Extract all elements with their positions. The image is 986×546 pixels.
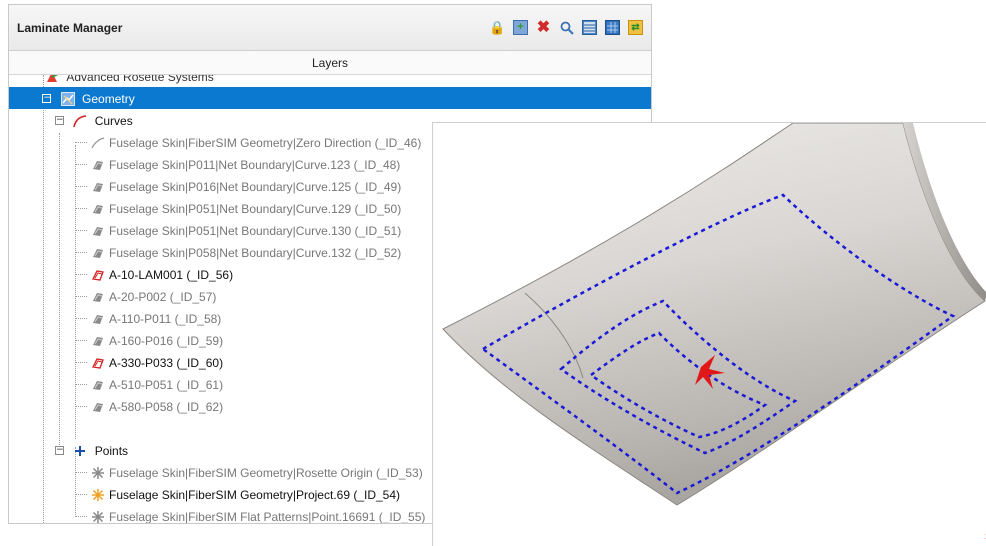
tree-item[interactable]: Fuselage Skin|P051|Net Boundary|Curve.13… <box>75 219 401 241</box>
tree-connector <box>75 142 87 144</box>
tree-item-label: A-20-P002 (_ID_57) <box>109 289 217 304</box>
curve-icon <box>73 114 87 128</box>
tree-connector <box>75 296 87 298</box>
plus-point-icon <box>73 444 87 458</box>
tree-connector <box>75 406 87 408</box>
tree-item[interactable]: A-330-P033 (_ID_60) <box>75 351 223 373</box>
tree-connector <box>75 340 87 342</box>
lock-icon[interactable]: 🔒 <box>489 20 505 35</box>
ply-curve-icon <box>91 378 105 392</box>
tree-item-label: Advanced Rosette Systems <box>66 75 214 84</box>
panel-header: Laminate Manager 🔒 + ✖ ⇄ <box>9 5 651 51</box>
tree-connector <box>75 384 87 386</box>
tree-connector <box>75 318 87 320</box>
tree-item-label: Fuselage Skin|FiberSIM Geometry|Zero Dir… <box>109 135 422 150</box>
toolbar: 🔒 + ✖ ⇄ <box>489 19 651 35</box>
tree-item-label: Fuselage Skin|P051|Net Boundary|Curve.13… <box>109 223 402 238</box>
tree-item[interactable]: A-580-P058 (_ID_62) <box>75 395 223 417</box>
tree-item-label: Curves <box>94 113 133 128</box>
tree-item-label: Fuselage Skin|P051|Net Boundary|Curve.12… <box>109 201 402 216</box>
tree-item-label: Fuselage Skin|FiberSIM Flat Patterns|Poi… <box>109 509 426 523</box>
tree-item[interactable]: A-510-P051 (_ID_61) <box>75 373 223 395</box>
ply-curve-icon <box>91 400 105 414</box>
tree-item-curves[interactable]: − Curves <box>55 109 133 131</box>
red-curve-icon <box>91 268 105 282</box>
tree-item-label: A-510-P051 (_ID_61) <box>109 377 224 392</box>
grey-star-icon <box>91 510 105 523</box>
tree-item-label: A-580-P058 (_ID_62) <box>109 399 224 414</box>
geometry-icon <box>60 91 75 106</box>
rosette-icon <box>45 75 59 84</box>
tree-item-label: A-10-LAM001 (_ID_56) <box>109 267 234 282</box>
grey-star-icon <box>91 466 105 480</box>
tree-item[interactable]: A-110-P011 (_ID_58) <box>75 307 221 329</box>
tree-item-label: Points <box>94 443 129 458</box>
tree-item-label: Fuselage Skin|P016|Net Boundary|Curve.12… <box>109 179 402 194</box>
tree-guide-line <box>59 133 60 449</box>
grid-icon[interactable] <box>605 20 620 35</box>
tree-connector <box>75 208 87 210</box>
tree-item-label: A-160-P016 (_ID_59) <box>109 333 224 348</box>
ply-curve-icon <box>91 158 105 172</box>
tree-connector <box>75 362 87 364</box>
delete-icon[interactable]: ✖ <box>536 19 551 35</box>
tree-guide-line <box>43 75 44 523</box>
tree-connector <box>75 516 87 518</box>
tree-item[interactable]: Fuselage Skin|P058|Net Boundary|Curve.13… <box>75 241 401 263</box>
tree-item[interactable]: A-160-P016 (_ID_59) <box>75 329 223 351</box>
search-icon[interactable] <box>559 20 574 35</box>
tree-item-advanced-rosette-systems[interactable]: Advanced Rosette Systems <box>45 75 214 87</box>
tree-item-label: Fuselage Skin|FiberSIM Geometry|Rosette … <box>109 465 423 480</box>
collapse-toggle[interactable]: − <box>55 446 64 456</box>
curve-line-icon <box>91 136 105 150</box>
tree-item-label: Fuselage Skin|FiberSIM Geometry|Project.… <box>109 487 401 502</box>
tree-item[interactable]: Fuselage Skin|FiberSIM Flat Patterns|Poi… <box>75 505 425 523</box>
tree-item[interactable]: A-20-P002 (_ID_57) <box>75 285 216 307</box>
collapse-toggle[interactable]: − <box>55 116 64 126</box>
ply-curve-icon <box>91 312 105 326</box>
tree-item[interactable]: Fuselage Skin|P051|Net Boundary|Curve.12… <box>75 197 401 219</box>
orange-star-icon <box>91 488 105 502</box>
export-icon[interactable]: ⇄ <box>628 20 643 35</box>
ply-curve-icon <box>91 334 105 348</box>
red-curve-icon <box>91 356 105 370</box>
panel-title: Laminate Manager <box>17 20 123 35</box>
tree-item-points[interactable]: − Points <box>55 439 128 461</box>
tree-connector <box>75 164 87 166</box>
ply-curve-icon <box>91 246 105 260</box>
collapse-toggle[interactable]: − <box>42 94 52 104</box>
ply-curve-icon <box>91 290 105 304</box>
tree-connector <box>75 494 87 496</box>
ply-curve-icon <box>91 202 105 216</box>
tree-item[interactable]: Fuselage Skin|P011|Net Boundary|Curve.12… <box>75 153 400 175</box>
tree-connector <box>75 252 87 254</box>
fuselage-skin-model: 1 <box>442 123 986 541</box>
ply-curve-icon <box>91 180 105 194</box>
tree-item[interactable]: A-10-LAM001 (_ID_56) <box>75 263 233 285</box>
tree-connector <box>75 274 87 276</box>
tree-item-label: A-330-P033 (_ID_60) <box>109 355 224 370</box>
layers-tab-header[interactable]: Layers <box>9 51 651 75</box>
tree-item-label: Fuselage Skin|P058|Net Boundary|Curve.13… <box>109 245 402 260</box>
tree-item-label: Fuselage Skin|P011|Net Boundary|Curve.12… <box>109 157 401 172</box>
tree-item[interactable]: Fuselage Skin|FiberSIM Geometry|Rosette … <box>75 461 423 483</box>
add-icon[interactable]: + <box>513 20 528 35</box>
ply-curve-icon <box>91 224 105 238</box>
tree-item-label: A-110-P011 (_ID_58) <box>109 311 222 326</box>
3d-viewport[interactable]: 1 <box>432 122 986 546</box>
tree-connector <box>75 472 87 474</box>
tree-item[interactable]: Fuselage Skin|FiberSIM Geometry|Zero Dir… <box>75 131 421 153</box>
tree-connector <box>75 230 87 232</box>
tree-connector <box>75 186 87 188</box>
table-icon[interactable] <box>582 20 597 35</box>
tree-item[interactable]: Fuselage Skin|P016|Net Boundary|Curve.12… <box>75 175 401 197</box>
tree-item-label: Geometry <box>82 91 135 106</box>
tree-item-geometry[interactable]: − Geometry <box>9 87 651 109</box>
tree-item[interactable]: Fuselage Skin|FiberSIM Geometry|Project.… <box>75 483 400 505</box>
